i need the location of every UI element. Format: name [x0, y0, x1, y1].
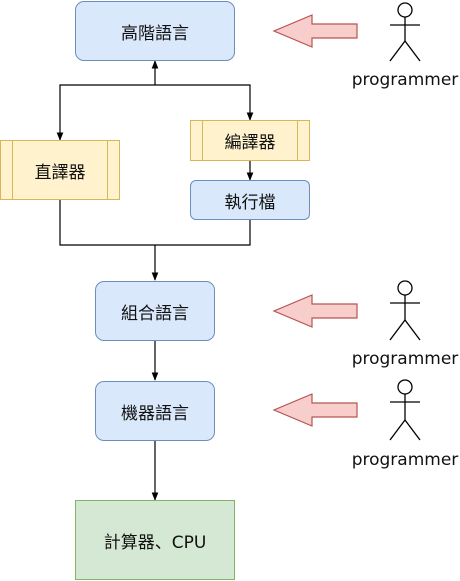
node-computer-cpu: 計算器、CPU [75, 500, 235, 580]
edge-high-to-interpreter [56, 84, 155, 141]
node-executable-label: 執行檔 [224, 192, 276, 213]
block-arrow-assembly [272, 294, 358, 328]
node-computer-cpu-label: 計算器、CPU [103, 532, 207, 553]
edge-high-to-compiler [155, 84, 254, 121]
actor-figure-2 [389, 280, 421, 341]
node-machine-language-label: 機器語言 [121, 403, 189, 424]
node-assembly-language: 組合語言 [95, 281, 215, 341]
actor-label-2: programmer [351, 349, 459, 369]
block-arrow-machine [272, 393, 358, 427]
node-assembly-language-label: 組合語言 [121, 303, 189, 324]
node-high-level-language: 高階語言 [75, 1, 235, 61]
node-interpreter-label: 直譯器 [34, 162, 86, 183]
node-compiler-label: 編譯器 [224, 133, 276, 153]
node-compiler: 編譯器 [190, 120, 310, 161]
node-executable: 執行檔 [190, 180, 310, 220]
actor-figure-3 [389, 379, 421, 441]
actor-label-3: programmer [351, 450, 459, 470]
node-machine-language: 機器語言 [95, 381, 215, 441]
node-interpreter: 直譯器 [0, 140, 120, 200]
block-arrow-high-level [272, 14, 358, 48]
actor-label-1: programmer [351, 70, 459, 90]
diagram-canvas: 高階語言 直譯器 編譯器 執行檔 組合語言 機器語言 計算器、CPU progr… [0, 0, 460, 581]
node-high-level-language-label: 高階語言 [121, 23, 189, 44]
actor-figure-1 [389, 2, 421, 62]
